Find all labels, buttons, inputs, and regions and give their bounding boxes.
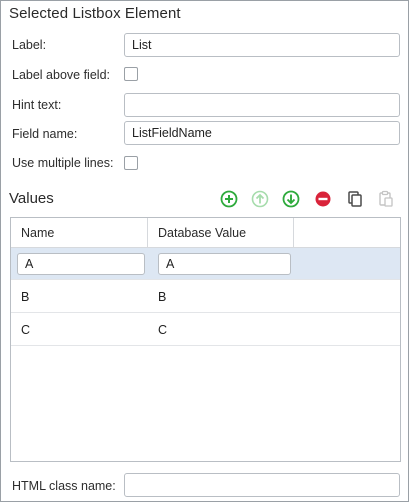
column-header-database-value[interactable]: Database Value xyxy=(148,218,294,248)
row-value-input[interactable]: A xyxy=(158,253,291,275)
row-name-cell: C xyxy=(21,323,31,337)
field-name-field[interactable]: ListFieldName xyxy=(124,121,400,145)
remove-icon[interactable] xyxy=(313,189,333,209)
copy-icon[interactable] xyxy=(345,189,365,209)
label-caption: Label: xyxy=(12,38,47,52)
hint-text-field[interactable] xyxy=(124,93,400,117)
label-above-caption: Label above field: xyxy=(12,68,110,82)
values-grid: Name Database Value A A B B C C xyxy=(10,217,401,462)
row-value-cell: B xyxy=(158,290,167,304)
add-icon[interactable] xyxy=(219,189,239,209)
move-down-icon[interactable] xyxy=(281,189,301,209)
label-field[interactable]: List xyxy=(124,33,400,57)
table-row[interactable]: C C xyxy=(11,314,400,346)
html-class-caption: HTML class name: xyxy=(12,479,116,493)
values-section-title: Values xyxy=(9,190,54,207)
move-up-icon[interactable] xyxy=(250,189,270,209)
row-name-cell: B xyxy=(21,290,30,304)
hint-text-caption: Hint text: xyxy=(12,98,62,112)
row-name-input[interactable]: A xyxy=(17,253,145,275)
multiple-lines-caption: Use multiple lines: xyxy=(12,156,114,170)
paste-icon[interactable] xyxy=(376,189,396,209)
field-name-caption: Field name: xyxy=(12,127,78,141)
panel-title: Selected Listbox Element xyxy=(9,5,181,22)
grid-header: Name Database Value xyxy=(11,218,400,248)
table-row[interactable]: B B xyxy=(11,281,400,313)
column-header-name[interactable]: Name xyxy=(11,218,148,248)
multiple-lines-checkbox[interactable] xyxy=(124,156,138,170)
column-header-empty xyxy=(294,218,400,248)
html-class-field[interactable] xyxy=(124,473,400,497)
listbox-properties-panel: Selected Listbox Element Label: List Lab… xyxy=(0,0,409,502)
table-row[interactable]: A A xyxy=(11,248,400,280)
row-value-cell: C xyxy=(158,323,168,337)
label-above-checkbox[interactable] xyxy=(124,67,138,81)
